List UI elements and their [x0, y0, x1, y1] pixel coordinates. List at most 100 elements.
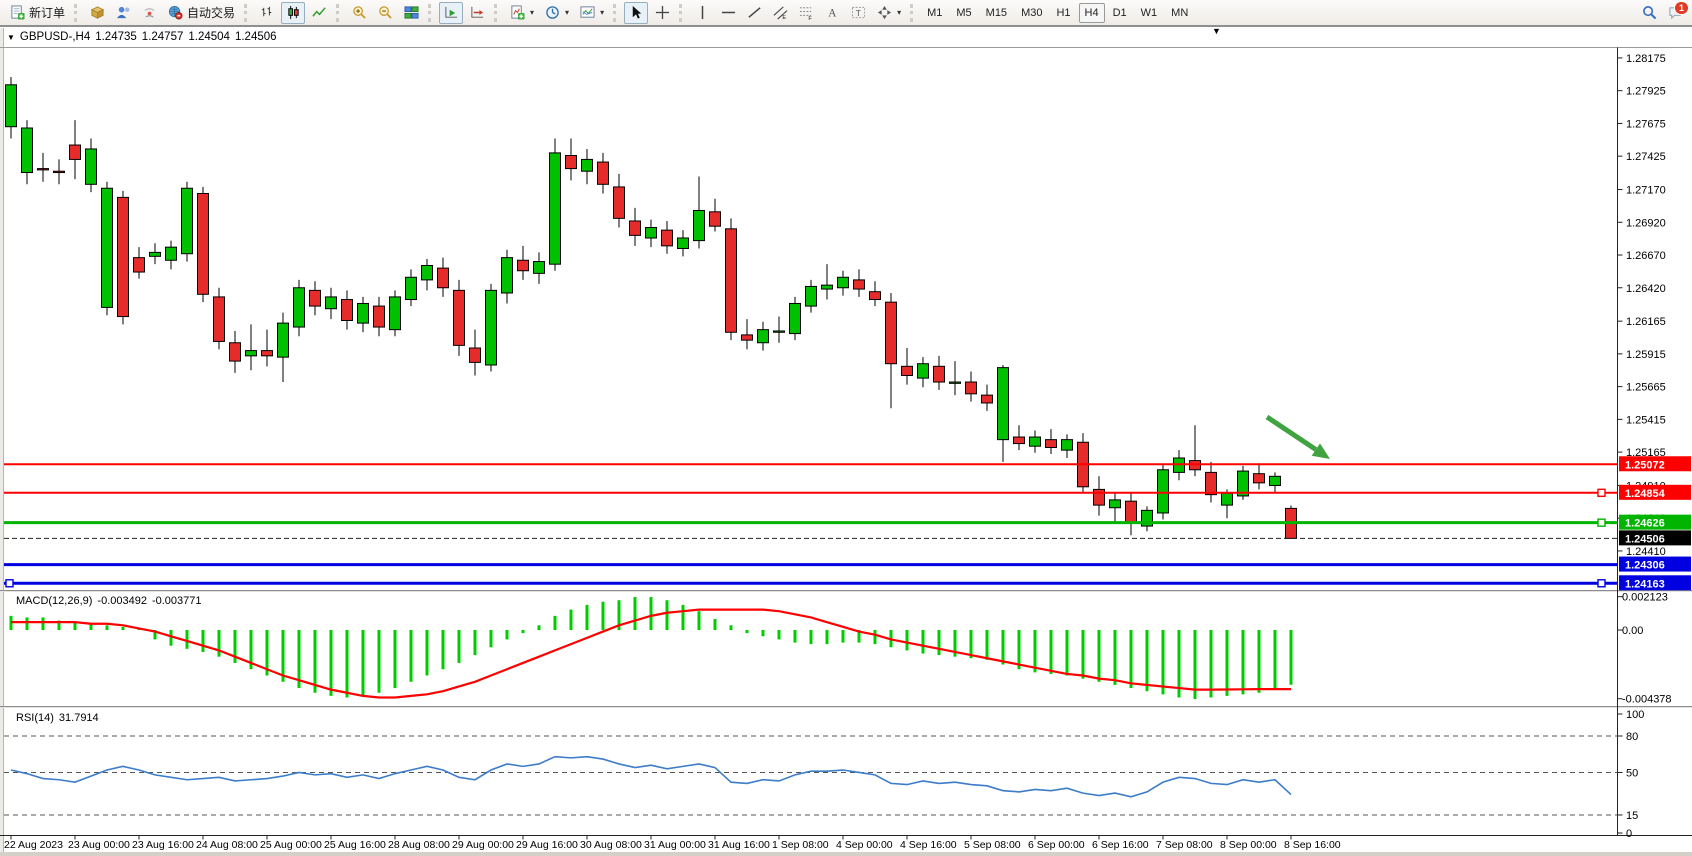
level-price-badge-text: 1.24306	[1625, 560, 1665, 572]
zoom-out-button[interactable]	[373, 2, 397, 24]
level-marker-right[interactable]	[1598, 580, 1605, 587]
periods-button[interactable]: ▾	[540, 2, 573, 24]
candle	[1094, 489, 1105, 505]
candle	[806, 286, 817, 306]
candlestick-chart-button[interactable]	[281, 2, 305, 24]
auto-scroll-button[interactable]	[439, 2, 463, 24]
candle	[870, 292, 881, 300]
level-marker-left[interactable]	[6, 580, 13, 587]
candle	[134, 258, 145, 272]
templates-button[interactable]: ▾	[575, 2, 608, 24]
horizontal-line-icon	[720, 5, 736, 21]
timeframe-W1[interactable]: W1	[1135, 3, 1164, 23]
candle	[678, 238, 689, 248]
candle	[982, 395, 993, 403]
candle	[886, 302, 897, 364]
timeframe-M15[interactable]: M15	[980, 3, 1013, 23]
indicators-button[interactable]: ▾	[505, 2, 538, 24]
time-tick-label: 30 Aug 08:00	[580, 839, 642, 851]
time-tick-label: 7 Sep 08:00	[1156, 839, 1213, 851]
level-price-badge-text: 1.25072	[1625, 459, 1665, 471]
indicators-dropdown-caret[interactable]: ▾	[530, 8, 534, 17]
candle	[694, 210, 705, 240]
candle	[390, 297, 401, 330]
cursor-button[interactable]	[624, 2, 648, 24]
price-tick-label: 1.25665	[1626, 382, 1666, 394]
chart-symbol: GBPUSD-,H4	[20, 31, 90, 43]
candle	[230, 343, 241, 361]
periods-icon	[544, 5, 560, 21]
vertical-line-icon	[694, 5, 710, 21]
level-marker-right[interactable]	[1598, 519, 1605, 526]
autotrading-button[interactable]: 自动交易	[163, 2, 239, 24]
timeframe-MN[interactable]: MN	[1165, 3, 1194, 23]
chart-scale-collapse-icon[interactable]: ▼	[1212, 26, 1221, 36]
candle	[294, 288, 305, 327]
templates-dropdown-caret[interactable]: ▾	[600, 8, 604, 17]
trendline-button[interactable]	[742, 2, 766, 24]
chart-shift-button[interactable]	[465, 2, 489, 24]
periods-dropdown-caret[interactable]: ▾	[565, 8, 569, 17]
macd-tick-label: -0.004378	[1622, 694, 1672, 706]
candle	[934, 366, 945, 382]
bar-chart-icon	[259, 5, 275, 21]
timeframe-H4[interactable]: H4	[1079, 3, 1105, 23]
candle	[182, 188, 193, 253]
price-tick-label: 1.24410	[1626, 546, 1666, 558]
chart-plot-area[interactable]	[4, 48, 1618, 590]
time-tick-label: 8 Sep 16:00	[1284, 839, 1341, 851]
crosshair-button[interactable]	[650, 2, 674, 24]
new-order-button[interactable]: 新订单	[5, 2, 69, 24]
candle	[486, 290, 497, 365]
candle	[1030, 437, 1041, 446]
horizontal-line-button[interactable]	[716, 2, 740, 24]
timeframe-D1[interactable]: D1	[1107, 3, 1133, 23]
chart-window: 1.281751.279251.276751.274251.271701.269…	[0, 28, 1692, 856]
rsi-label: RSI(14) 31.7914	[16, 712, 99, 724]
rsi-tick-label: 80	[1626, 731, 1638, 743]
zoom-in-button[interactable]	[347, 2, 371, 24]
equidistant-channel-button[interactable]: E	[768, 2, 792, 24]
timeframe-M5[interactable]: M5	[950, 3, 977, 23]
notifications-button[interactable]: 1	[1663, 2, 1687, 24]
timeframe-M1[interactable]: M1	[921, 3, 948, 23]
candle	[86, 149, 97, 184]
macd-tick-label: 0.002123	[1622, 592, 1668, 604]
vertical-line-button[interactable]	[690, 2, 714, 24]
toolbar-separator	[679, 4, 685, 22]
bar-chart-button[interactable]	[255, 2, 279, 24]
svg-text:E: E	[782, 15, 786, 20]
time-tick-label: 28 Aug 08:00	[388, 839, 450, 851]
candle	[1206, 472, 1217, 494]
line-chart-button[interactable]	[307, 2, 331, 24]
indicators-icon	[509, 5, 525, 21]
market-depth-button[interactable]	[85, 2, 109, 24]
timeframe-H1[interactable]: H1	[1050, 3, 1076, 23]
candle	[118, 197, 129, 316]
chart-high: 1.24757	[142, 31, 184, 43]
candle	[502, 258, 513, 293]
text-button[interactable]: A	[820, 2, 844, 24]
candle	[22, 128, 33, 173]
signals-button[interactable]	[137, 2, 161, 24]
search-icon	[1641, 5, 1657, 21]
auto-scroll-icon	[443, 5, 459, 21]
rsi-value: 31.7914	[59, 712, 99, 724]
arrows-dropdown-caret[interactable]: ▾	[897, 8, 901, 17]
search-button[interactable]	[1637, 2, 1661, 24]
level-marker-right[interactable]	[1598, 489, 1605, 496]
candle	[790, 303, 801, 333]
candle	[918, 364, 929, 378]
candle	[742, 335, 753, 340]
candle	[102, 188, 113, 307]
tile-windows-button[interactable]	[399, 2, 423, 24]
candle	[774, 331, 785, 332]
fibonacci-retracement-button[interactable]: F	[794, 2, 818, 24]
chart-title-collapse-icon[interactable]: ▼	[7, 33, 15, 42]
community-button[interactable]	[111, 2, 135, 24]
text-label-button[interactable]: T	[846, 2, 870, 24]
text-icon: A	[824, 5, 840, 21]
arrows-button[interactable]: ▾	[872, 2, 905, 24]
timeframe-M30[interactable]: M30	[1015, 3, 1048, 23]
time-tick-label: 29 Aug 00:00	[452, 839, 514, 851]
